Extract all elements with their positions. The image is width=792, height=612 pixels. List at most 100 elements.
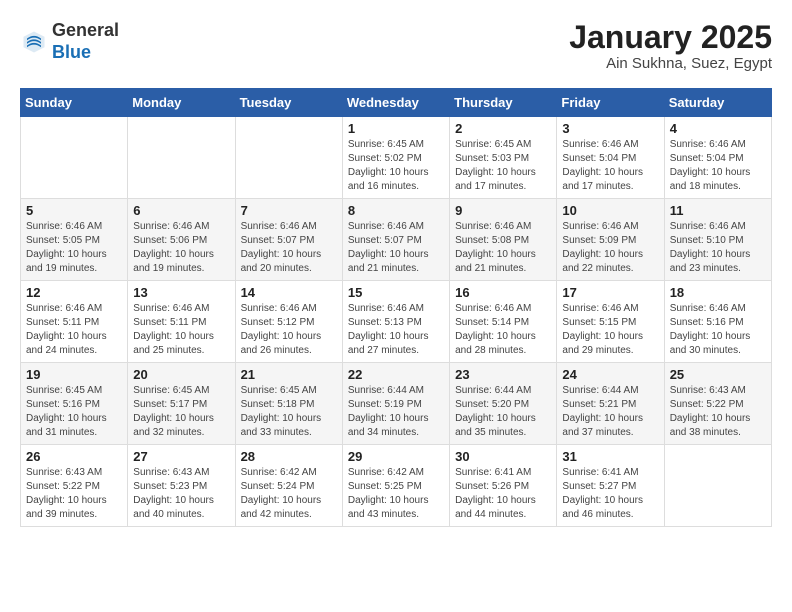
day-number: 18 bbox=[670, 285, 766, 300]
calendar-cell: 7 Sunrise: 6:46 AM Sunset: 5:07 PM Daylig… bbox=[235, 199, 342, 281]
calendar-cell: 29 Sunrise: 6:42 AM Sunset: 5:25 PM Dayli… bbox=[342, 445, 449, 527]
day-number: 26 bbox=[26, 449, 122, 464]
day-number: 9 bbox=[455, 203, 551, 218]
day-info: Sunrise: 6:46 AM Sunset: 5:07 PM Dayligh… bbox=[241, 220, 337, 276]
day-info: Sunrise: 6:46 AM Sunset: 5:12 PM Dayligh… bbox=[241, 302, 337, 358]
calendar-week-3: 12 Sunrise: 6:46 AM Sunset: 5:11 PM Dayli… bbox=[21, 281, 772, 363]
day-header-wednesday: Wednesday bbox=[342, 89, 449, 117]
day-info: Sunrise: 6:46 AM Sunset: 5:07 PM Dayligh… bbox=[348, 220, 444, 276]
day-number: 13 bbox=[133, 285, 229, 300]
day-header-sunday: Sunday bbox=[21, 89, 128, 117]
logo: General Blue bbox=[20, 20, 119, 63]
day-info: Sunrise: 6:46 AM Sunset: 5:13 PM Dayligh… bbox=[348, 302, 444, 358]
day-header-thursday: Thursday bbox=[450, 89, 557, 117]
calendar-cell: 1Sunrise: 6:45 AM Sunset: 5:02 PM Daylig… bbox=[342, 117, 449, 199]
calendar-title: January 2025 bbox=[569, 20, 772, 55]
day-number: 29 bbox=[348, 449, 444, 464]
calendar-cell: 12Sunrise: 6:46 AM Sunset: 5:11 PM Dayli… bbox=[21, 281, 128, 363]
calendar-cell: 2Sunrise: 6:45 AM Sunset: 5:03 PM Daylig… bbox=[450, 117, 557, 199]
calendar-cell: 20 Sunrise: 6:45 AM Sunset: 5:17 PM Dayli… bbox=[128, 363, 235, 445]
calendar-cell: 15Sunrise: 6:46 AM Sunset: 5:13 PM Dayli… bbox=[342, 281, 449, 363]
title-block: January 2025 Ain Sukhna, Suez, Egypt bbox=[569, 20, 772, 72]
day-header-monday: Monday bbox=[128, 89, 235, 117]
day-number: 31 bbox=[562, 449, 658, 464]
day-info: Sunrise: 6:44 AM Sunset: 5:21 PM Dayligh… bbox=[562, 384, 658, 440]
day-number: 11 bbox=[670, 203, 766, 218]
day-info: Sunrise: 6:46 AM Sunset: 5:06 PM Dayligh… bbox=[133, 220, 229, 276]
day-number: 23 bbox=[455, 367, 551, 382]
day-header-saturday: Saturday bbox=[664, 89, 771, 117]
day-header-friday: Friday bbox=[557, 89, 664, 117]
day-info: Sunrise: 6:42 AM Sunset: 5:25 PM Dayligh… bbox=[348, 466, 444, 522]
calendar-subtitle: Ain Sukhna, Suez, Egypt bbox=[569, 55, 772, 72]
day-number: 27 bbox=[133, 449, 229, 464]
calendar-cell: 22 Sunrise: 6:44 AM Sunset: 5:19 PM Dayli… bbox=[342, 363, 449, 445]
day-number: 4 bbox=[670, 121, 766, 136]
calendar-cell: 14 Sunrise: 6:46 AM Sunset: 5:12 PM Dayli… bbox=[235, 281, 342, 363]
day-info: Sunrise: 6:41 AM Sunset: 5:26 PM Dayligh… bbox=[455, 466, 551, 522]
calendar-cell bbox=[128, 117, 235, 199]
day-info: Sunrise: 6:42 AM Sunset: 5:24 PM Dayligh… bbox=[241, 466, 337, 522]
day-number: 16 bbox=[455, 285, 551, 300]
day-info: Sunrise: 6:46 AM Sunset: 5:15 PM Dayligh… bbox=[562, 302, 658, 358]
day-info: Sunrise: 6:44 AM Sunset: 5:19 PM Dayligh… bbox=[348, 384, 444, 440]
calendar-week-4: 19Sunrise: 6:45 AM Sunset: 5:16 PM Dayli… bbox=[21, 363, 772, 445]
calendar-cell: 3 Sunrise: 6:46 AM Sunset: 5:04 PM Daylig… bbox=[557, 117, 664, 199]
logo-blue-text: Blue bbox=[52, 42, 91, 62]
calendar-cell: 11Sunrise: 6:46 AM Sunset: 5:10 PM Dayli… bbox=[664, 199, 771, 281]
calendar-week-1: 1Sunrise: 6:45 AM Sunset: 5:02 PM Daylig… bbox=[21, 117, 772, 199]
calendar-table: SundayMondayTuesdayWednesdayThursdayFrid… bbox=[20, 88, 772, 527]
day-number: 19 bbox=[26, 367, 122, 382]
calendar-cell: 10 Sunrise: 6:46 AM Sunset: 5:09 PM Dayli… bbox=[557, 199, 664, 281]
calendar-week-2: 5Sunrise: 6:46 AM Sunset: 5:05 PM Daylig… bbox=[21, 199, 772, 281]
calendar-cell: 21 Sunrise: 6:45 AM Sunset: 5:18 PM Dayli… bbox=[235, 363, 342, 445]
day-info: Sunrise: 6:46 AM Sunset: 5:09 PM Dayligh… bbox=[562, 220, 658, 276]
calendar-cell bbox=[664, 445, 771, 527]
day-info: Sunrise: 6:43 AM Sunset: 5:22 PM Dayligh… bbox=[26, 466, 122, 522]
day-number: 7 bbox=[241, 203, 337, 218]
calendar-cell: 27 Sunrise: 6:43 AM Sunset: 5:23 PM Dayli… bbox=[128, 445, 235, 527]
day-header-tuesday: Tuesday bbox=[235, 89, 342, 117]
day-number: 8 bbox=[348, 203, 444, 218]
day-info: Sunrise: 6:46 AM Sunset: 5:04 PM Dayligh… bbox=[562, 138, 658, 194]
calendar-cell: 24 Sunrise: 6:44 AM Sunset: 5:21 PM Dayli… bbox=[557, 363, 664, 445]
calendar-header-row: SundayMondayTuesdayWednesdayThursdayFrid… bbox=[21, 89, 772, 117]
day-number: 10 bbox=[562, 203, 658, 218]
day-info: Sunrise: 6:45 AM Sunset: 5:03 PM Dayligh… bbox=[455, 138, 551, 194]
calendar-cell: 19Sunrise: 6:45 AM Sunset: 5:16 PM Dayli… bbox=[21, 363, 128, 445]
day-number: 14 bbox=[241, 285, 337, 300]
day-info: Sunrise: 6:46 AM Sunset: 5:14 PM Dayligh… bbox=[455, 302, 551, 358]
calendar-cell: 6Sunrise: 6:46 AM Sunset: 5:06 PM Daylig… bbox=[128, 199, 235, 281]
calendar-cell: 4 Sunrise: 6:46 AM Sunset: 5:04 PM Daylig… bbox=[664, 117, 771, 199]
calendar-cell: 26 Sunrise: 6:43 AM Sunset: 5:22 PM Dayli… bbox=[21, 445, 128, 527]
calendar-week-5: 26 Sunrise: 6:43 AM Sunset: 5:22 PM Dayli… bbox=[21, 445, 772, 527]
logo-icon bbox=[20, 28, 48, 56]
day-number: 5 bbox=[26, 203, 122, 218]
day-info: Sunrise: 6:46 AM Sunset: 5:16 PM Dayligh… bbox=[670, 302, 766, 358]
day-number: 22 bbox=[348, 367, 444, 382]
day-number: 28 bbox=[241, 449, 337, 464]
calendar-cell: 8 Sunrise: 6:46 AM Sunset: 5:07 PM Daylig… bbox=[342, 199, 449, 281]
page-header: General Blue January 2025 Ain Sukhna, Su… bbox=[20, 20, 772, 72]
calendar-cell: 25Sunrise: 6:43 AM Sunset: 5:22 PM Dayli… bbox=[664, 363, 771, 445]
day-info: Sunrise: 6:43 AM Sunset: 5:23 PM Dayligh… bbox=[133, 466, 229, 522]
day-info: Sunrise: 6:45 AM Sunset: 5:17 PM Dayligh… bbox=[133, 384, 229, 440]
day-number: 24 bbox=[562, 367, 658, 382]
day-info: Sunrise: 6:46 AM Sunset: 5:04 PM Dayligh… bbox=[670, 138, 766, 194]
day-info: Sunrise: 6:46 AM Sunset: 5:11 PM Dayligh… bbox=[133, 302, 229, 358]
day-number: 21 bbox=[241, 367, 337, 382]
day-info: Sunrise: 6:41 AM Sunset: 5:27 PM Dayligh… bbox=[562, 466, 658, 522]
day-info: Sunrise: 6:45 AM Sunset: 5:18 PM Dayligh… bbox=[241, 384, 337, 440]
day-info: Sunrise: 6:44 AM Sunset: 5:20 PM Dayligh… bbox=[455, 384, 551, 440]
calendar-cell: 18 Sunrise: 6:46 AM Sunset: 5:16 PM Dayli… bbox=[664, 281, 771, 363]
day-number: 20 bbox=[133, 367, 229, 382]
calendar-cell: 28 Sunrise: 6:42 AM Sunset: 5:24 PM Dayli… bbox=[235, 445, 342, 527]
calendar-cell: 30Sunrise: 6:41 AM Sunset: 5:26 PM Dayli… bbox=[450, 445, 557, 527]
day-info: Sunrise: 6:45 AM Sunset: 5:02 PM Dayligh… bbox=[348, 138, 444, 194]
calendar-cell bbox=[235, 117, 342, 199]
day-number: 12 bbox=[26, 285, 122, 300]
day-number: 3 bbox=[562, 121, 658, 136]
day-info: Sunrise: 6:43 AM Sunset: 5:22 PM Dayligh… bbox=[670, 384, 766, 440]
calendar-cell: 17Sunrise: 6:46 AM Sunset: 5:15 PM Dayli… bbox=[557, 281, 664, 363]
calendar-cell: 16 Sunrise: 6:46 AM Sunset: 5:14 PM Dayli… bbox=[450, 281, 557, 363]
